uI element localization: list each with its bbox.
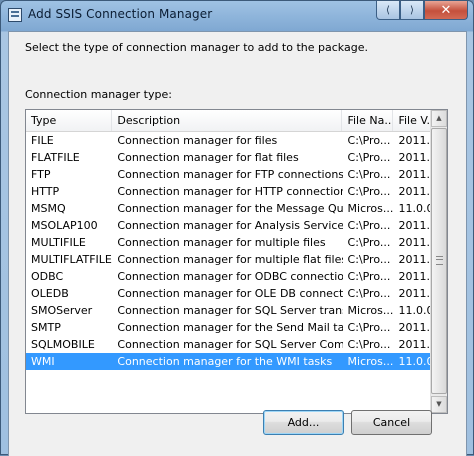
cell-type: WMI bbox=[31, 355, 55, 368]
cell-description: Connection manager for SQL Server Compac… bbox=[117, 338, 343, 351]
cell-file-name: C:\Pro... bbox=[347, 253, 391, 266]
cell-type: OLEDB bbox=[31, 287, 69, 300]
cell-type: SQLMOBILE bbox=[31, 338, 95, 351]
table-row[interactable]: WMI Connection manager for the WMI tasks M… bbox=[26, 353, 432, 370]
table-row[interactable]: FTP Connection manager for FTP connection… bbox=[26, 166, 432, 183]
table-row[interactable]: SMOServer Connection manager for SQL Serv… bbox=[26, 302, 432, 319]
cell-file-name: C:\Pro... bbox=[347, 151, 391, 164]
cell-type: HTTP bbox=[31, 185, 60, 198]
cell-file-version: 11.0.0... bbox=[398, 355, 432, 368]
list-header: Type Description File Na... File V... bbox=[26, 110, 432, 132]
cell-type: MSOLAP100 bbox=[31, 219, 98, 232]
cell-file-version: 11.0.0... bbox=[398, 202, 432, 215]
cell-file-name: C:\Pro... bbox=[347, 270, 391, 283]
cell-type: SMOServer bbox=[31, 304, 93, 317]
dialog-app-icon bbox=[8, 8, 22, 22]
table-row[interactable]: MULTIFILE Connection manager for multiple… bbox=[26, 234, 432, 251]
cell-description: Connection manager for Analysis Services… bbox=[117, 219, 342, 232]
cell-type: ODBC bbox=[31, 270, 64, 283]
vertical-scrollbar[interactable]: ▲ ▼ bbox=[430, 110, 447, 413]
table-row[interactable]: SQLMOBILE Connection manager for SQL Serv… bbox=[26, 336, 432, 353]
scroll-up-icon[interactable]: ▲ bbox=[431, 110, 447, 127]
cell-description: Connection manager for files bbox=[117, 134, 278, 147]
cell-description: Connection manager for flat files bbox=[117, 151, 299, 164]
cell-file-version: 2011... bbox=[398, 151, 432, 164]
cell-description: Connection manager for FTP connections bbox=[117, 168, 343, 181]
table-row[interactable]: FILE Connection manager for files C:\Pro..… bbox=[26, 132, 432, 149]
cell-file-name: C:\Pro... bbox=[347, 168, 391, 181]
cell-file-version: 2011... bbox=[398, 253, 432, 266]
cell-description: Connection manager for multiple files bbox=[117, 236, 326, 249]
window-title: Add SSIS Connection Manager bbox=[28, 7, 213, 21]
column-header-description[interactable]: Description bbox=[112, 110, 343, 131]
table-row[interactable]: ODBC Connection manager for ODBC connecti… bbox=[26, 268, 432, 285]
cell-file-name: C:\Pro... bbox=[347, 185, 391, 198]
cell-file-version: 2011... bbox=[398, 287, 432, 300]
cell-type: SMTP bbox=[31, 321, 61, 334]
forward-arrow-icon[interactable]: ⟩ bbox=[400, 1, 424, 20]
connection-type-label: Connection manager type: bbox=[25, 88, 172, 101]
scroll-down-icon[interactable]: ▼ bbox=[431, 396, 447, 413]
column-header-file-name[interactable]: File Na... bbox=[342, 110, 394, 131]
cell-description: Connection manager for OLE DB connection… bbox=[117, 287, 343, 300]
column-header-type[interactable]: Type bbox=[26, 110, 113, 131]
instruction-text: Select the type of connection manager to… bbox=[25, 41, 368, 54]
back-arrow-icon[interactable]: ⟨ bbox=[376, 1, 400, 20]
dialog-client-area: Select the type of connection manager to… bbox=[8, 31, 467, 456]
table-row[interactable]: MSOLAP100 Connection manager for Analysis… bbox=[26, 217, 432, 234]
cancel-button[interactable]: Cancel bbox=[351, 410, 432, 435]
list-body: FILE Connection manager for files C:\Pro..… bbox=[26, 132, 432, 370]
cell-file-version: 2011... bbox=[398, 168, 432, 181]
cell-file-version: 11.0.0... bbox=[398, 304, 432, 317]
cell-type: MSMQ bbox=[31, 202, 66, 215]
cell-file-version: 2011... bbox=[398, 338, 432, 351]
cell-description: Connection manager for the Send Mail tas… bbox=[117, 321, 343, 334]
cell-file-version: 2011... bbox=[398, 236, 432, 249]
title-bar-buttons: ⟨ ⟩ ✕ bbox=[376, 1, 468, 21]
table-row[interactable]: OLEDB Connection manager for OLE DB conne… bbox=[26, 285, 432, 302]
cell-type: FTP bbox=[31, 168, 51, 181]
cell-description: Connection manager for multiple flat fil… bbox=[117, 253, 343, 266]
cell-file-name: C:\Pro... bbox=[347, 134, 391, 147]
cell-file-version: 2011... bbox=[398, 270, 432, 283]
close-icon[interactable]: ✕ bbox=[424, 1, 468, 20]
cell-file-version: 2011... bbox=[398, 185, 432, 198]
cell-file-name: Micros... bbox=[347, 304, 394, 317]
cell-description: Connection manager for ODBC connections bbox=[117, 270, 343, 283]
add-button[interactable]: Add... bbox=[263, 410, 344, 435]
connection-manager-list[interactable]: Type Description File Na... File V... FI… bbox=[25, 109, 448, 414]
table-row[interactable]: HTTP Connection manager for HTTP connecti… bbox=[26, 183, 432, 200]
cell-file-version: 2011... bbox=[398, 134, 432, 147]
table-row[interactable]: SMTP Connection manager for the Send Mail… bbox=[26, 319, 432, 336]
cell-type: FILE bbox=[31, 134, 54, 147]
table-row[interactable]: MSMQ Connection manager for the Message Q… bbox=[26, 200, 432, 217]
cell-type: MULTIFILE bbox=[31, 236, 86, 249]
scrollbar-thumb[interactable] bbox=[431, 128, 447, 394]
cell-file-version: 2011... bbox=[398, 219, 432, 232]
cell-file-version: 2011... bbox=[398, 321, 432, 334]
column-header-file-version[interactable]: File V... bbox=[393, 110, 432, 131]
title-bar[interactable]: Add SSIS Connection Manager ⟨ ⟩ ✕ bbox=[1, 1, 473, 31]
cell-file-name: C:\Pro... bbox=[347, 321, 391, 334]
cell-description: Connection manager for the Message Queue… bbox=[117, 202, 343, 215]
table-row[interactable]: MULTIFLATFILE Connection manager for mult… bbox=[26, 251, 432, 268]
cell-file-name: C:\Pro... bbox=[347, 236, 391, 249]
cell-file-name: C:\Pro... bbox=[347, 338, 391, 351]
cell-file-name: Micros... bbox=[347, 202, 394, 215]
cell-file-name: Micros... bbox=[347, 355, 394, 368]
table-row[interactable]: FLATFILE Connection manager for flat file… bbox=[26, 149, 432, 166]
scroll-grip-icon bbox=[436, 256, 443, 265]
cell-file-name: C:\Pro... bbox=[347, 287, 391, 300]
cell-description: Connection manager for SQL Server transf… bbox=[117, 304, 343, 317]
cell-type: FLATFILE bbox=[31, 151, 80, 164]
cell-file-name: C:\Pro... bbox=[347, 219, 391, 232]
cell-type: MULTIFLATFILE bbox=[31, 253, 112, 266]
cell-description: Connection manager for the WMI tasks bbox=[117, 355, 333, 368]
dialog-window: Add SSIS Connection Manager ⟨ ⟩ ✕ Select… bbox=[0, 0, 474, 456]
cell-description: Connection manager for HTTP connections bbox=[117, 185, 343, 198]
